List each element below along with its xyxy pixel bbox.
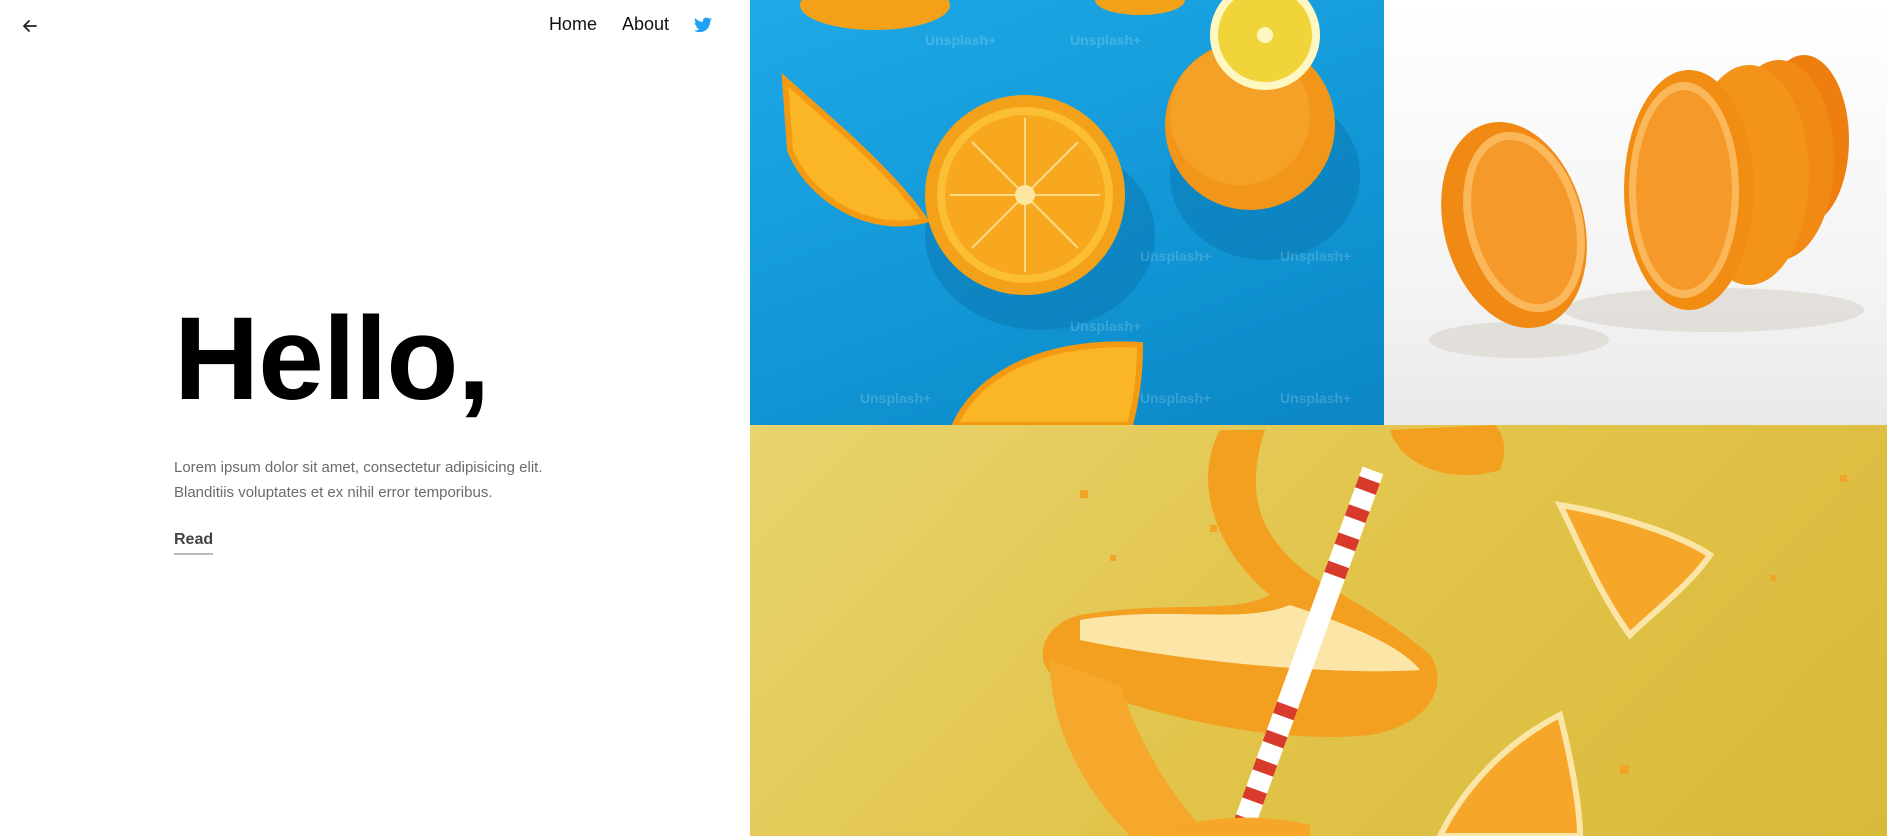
watermark: Unsplash+ (1140, 248, 1212, 264)
watermark: Unsplash+ (1280, 390, 1352, 406)
nav-about-link[interactable]: About (622, 14, 669, 35)
hero-title: Hello, (174, 293, 490, 425)
hero-description-line2: Blanditiis voluptates et ex nihil error … (174, 484, 493, 501)
hero-description: Lorem ipsum dolor sit amet, consectetur … (174, 455, 594, 505)
orange-peel-illustration (1042, 425, 1847, 836)
left-panel: Home About Hello, Lorem ipsum dolor sit … (0, 0, 750, 836)
watermark: Unsplash+ (860, 390, 932, 406)
sliced-orange-on-white-image (1384, 0, 1887, 425)
watermark: Unsplash+ (1070, 32, 1142, 48)
nav-home-link[interactable]: Home (549, 14, 597, 35)
watermark: Unsplash+ (925, 32, 997, 48)
sliced-orange-illustration (1429, 55, 1864, 358)
orange-slices-illustration (781, 0, 1360, 425)
watermark: Unsplash+ (1070, 318, 1142, 334)
arrow-left-icon (23, 20, 37, 32)
orange-peel-with-straw-image (750, 425, 1887, 836)
back-button[interactable] (20, 16, 40, 36)
hero-description-line1: Lorem ipsum dolor sit amet, consectetur … (174, 459, 543, 476)
orange-slices-on-blue-image: Unsplash+ Unsplash+ Unsplash+ Unsplash+ … (750, 0, 1384, 425)
read-link[interactable]: Read (174, 531, 214, 555)
watermark: Unsplash+ (1140, 390, 1212, 406)
watermark: Unsplash+ (1280, 248, 1352, 264)
top-nav: Home About (549, 14, 712, 35)
twitter-icon[interactable] (694, 17, 712, 33)
